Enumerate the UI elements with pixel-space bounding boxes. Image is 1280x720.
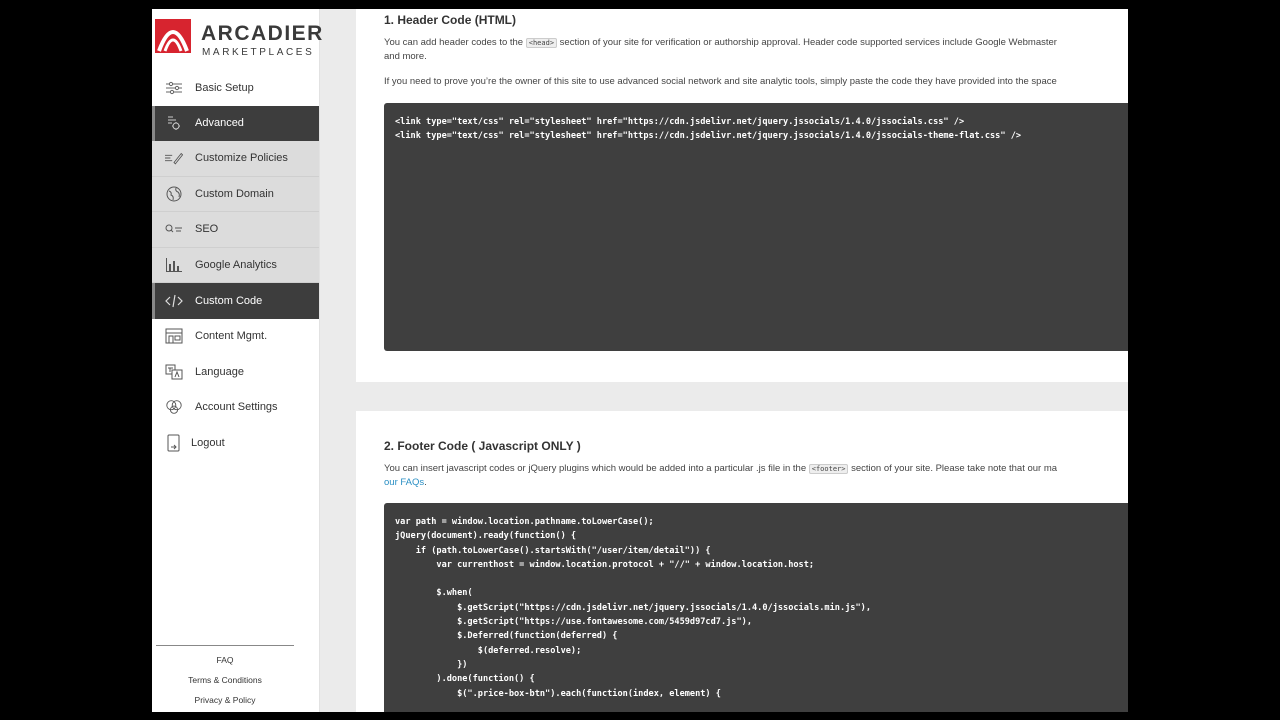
- logout-icon: [165, 434, 183, 452]
- globe-icon: [165, 186, 183, 202]
- sidebar-item-label: Basic Setup: [195, 81, 254, 94]
- code-brackets-icon: [165, 293, 183, 309]
- sidebar-item-basic-setup[interactable]: Basic Setup: [152, 70, 319, 106]
- app-window: ARCADIER MARKETPLACES Basic Setup Advanc…: [152, 9, 1128, 712]
- sidebar-footer: FAQ Terms & Conditions Privacy & Policy: [156, 645, 294, 706]
- footer-code-text: var path = window.location.pathname.toLo…: [395, 517, 871, 699]
- sidebar-item-label: Content Mgmt.: [195, 330, 268, 343]
- sliders-icon: [165, 80, 183, 96]
- desc-text: .: [424, 477, 427, 488]
- sidebar-nav: Basic Setup Advanced Customize Policies …: [152, 70, 319, 461]
- desc-text: You can add header codes to the: [384, 37, 526, 48]
- pen-lines-icon: [165, 150, 183, 166]
- sidebar-item-content-mgmt[interactable]: Content Mgmt.: [152, 318, 319, 354]
- bar-chart-icon: [165, 257, 183, 273]
- head-tag: <head>: [525, 38, 558, 48]
- footer-code-description: You can insert javascript codes or jQuer…: [384, 462, 1057, 490]
- header-code-panel: 1. Header Code (HTML) You can add header…: [356, 9, 1128, 382]
- arcadier-logo-icon: [155, 19, 191, 53]
- footer-code-panel: 2. Footer Code ( Javascript ONLY ) You c…: [356, 411, 1128, 712]
- sidebar-item-seo[interactable]: SEO: [152, 212, 319, 248]
- sidebar-item-label: Logout: [191, 436, 225, 449]
- seo-search-icon: [165, 221, 183, 237]
- sidebar-item-advanced[interactable]: Advanced: [152, 105, 319, 141]
- sidebar-item-label: Language: [195, 365, 244, 378]
- arcadier-logo[interactable]: ARCADIER MARKETPLACES: [155, 19, 325, 61]
- sidebar-item-logout[interactable]: Logout: [152, 425, 319, 461]
- advanced-settings-icon: [165, 115, 183, 131]
- header-code-editor[interactable]: <link type="text/css" rel="stylesheet" h…: [384, 103, 1128, 351]
- faq-link[interactable]: FAQ: [156, 655, 294, 666]
- privacy-link[interactable]: Privacy & Policy: [156, 695, 294, 706]
- faqs-link[interactable]: our FAQs: [384, 477, 424, 488]
- footer-code-title: 2. Footer Code ( Javascript ONLY ): [384, 439, 581, 453]
- users-icon: [165, 399, 183, 415]
- sidebar-item-custom-domain[interactable]: Custom Domain: [152, 176, 319, 212]
- sidebar-item-account-settings[interactable]: Account Settings: [152, 389, 319, 425]
- sidebar-item-label: Google Analytics: [195, 258, 277, 271]
- footer-tag: <footer>: [808, 464, 849, 474]
- header-code-description: You can add header codes to the <head> s…: [384, 36, 1057, 64]
- desc-text: and more.: [384, 51, 427, 62]
- brand-tagline: MARKETPLACES: [202, 47, 315, 58]
- translate-icon: [165, 364, 183, 380]
- footer-code-editor[interactable]: var path = window.location.pathname.toLo…: [384, 503, 1128, 712]
- sidebar-item-label: Custom Domain: [195, 187, 274, 200]
- sidebar-item-custom-code[interactable]: Custom Code: [152, 283, 319, 319]
- desc-text: You can insert javascript codes or jQuer…: [384, 463, 809, 474]
- sidebar-item-label: Advanced: [195, 117, 244, 130]
- desc-text: section of your site. Please take note t…: [848, 463, 1058, 474]
- brand-name: ARCADIER: [201, 22, 324, 45]
- sidebar-item-customize-policies[interactable]: Customize Policies: [152, 141, 319, 177]
- header-code-description-2: If you need to prove you’re the owner of…: [384, 76, 1057, 87]
- sidebar: ARCADIER MARKETPLACES Basic Setup Advanc…: [152, 9, 322, 712]
- sidebar-item-label: SEO: [195, 223, 219, 236]
- sidebar-item-label: Custom Code: [195, 294, 263, 307]
- header-code-title: 1. Header Code (HTML): [384, 13, 517, 27]
- storefront-icon: [165, 328, 183, 344]
- terms-link[interactable]: Terms & Conditions: [156, 675, 294, 686]
- sidebar-item-language[interactable]: Language: [152, 354, 319, 390]
- desc-text: section of your site for verification or…: [557, 37, 1057, 48]
- header-code-text: <link type="text/css" rel="stylesheet" h…: [395, 117, 1022, 142]
- sidebar-item-label: Customize Policies: [195, 152, 288, 165]
- main-content: 1. Header Code (HTML) You can add header…: [356, 9, 1128, 712]
- sidebar-item-label: Account Settings: [195, 401, 278, 414]
- sidebar-item-google-analytics[interactable]: Google Analytics: [152, 247, 319, 283]
